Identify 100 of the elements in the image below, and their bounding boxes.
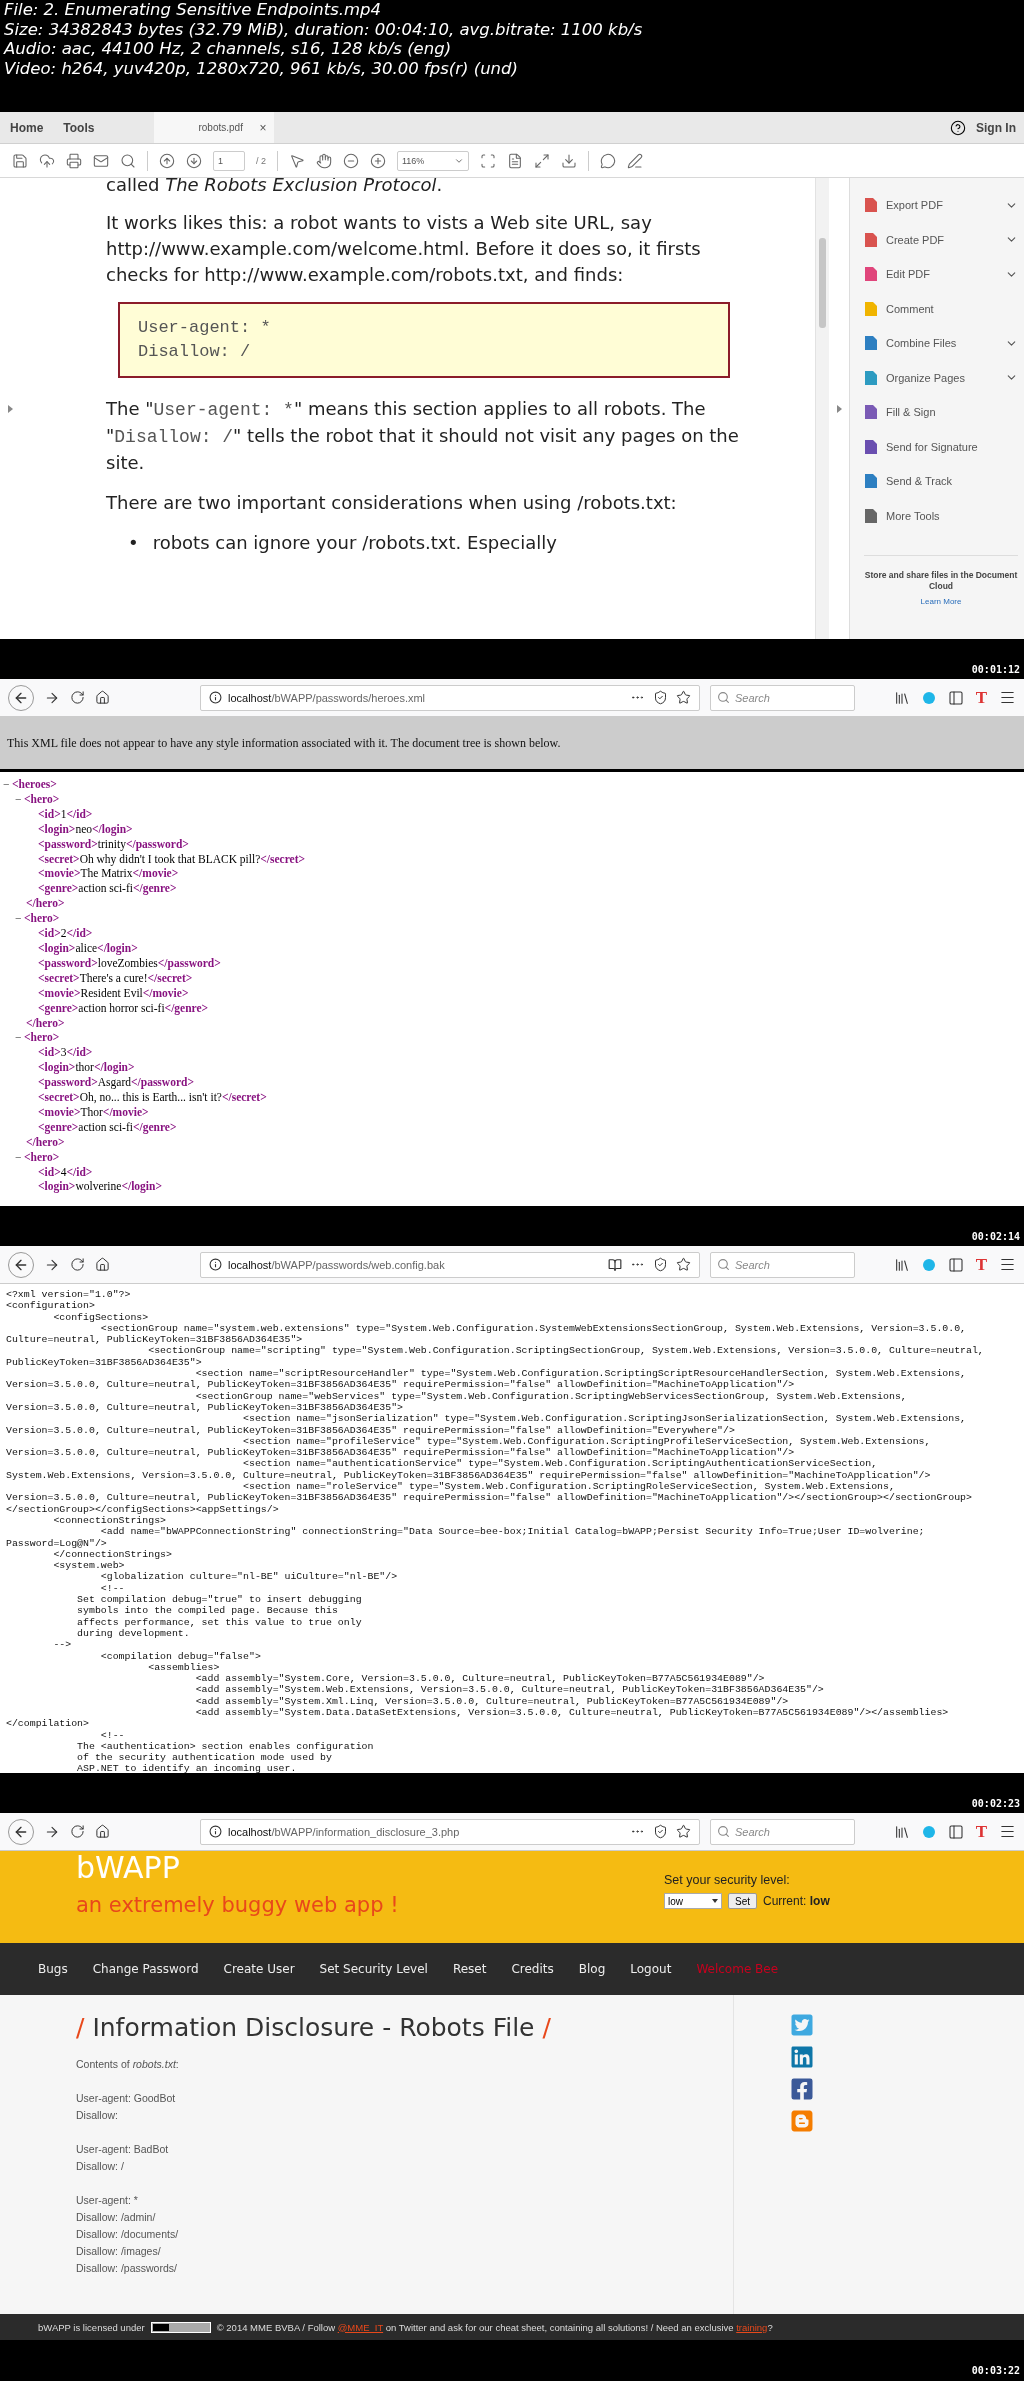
menu-icon[interactable] (999, 1256, 1016, 1273)
sidebar-icon[interactable] (947, 689, 964, 706)
pointer-icon[interactable] (289, 152, 305, 169)
search-field[interactable]: Search (710, 1818, 855, 1845)
download-icon[interactable] (561, 152, 577, 169)
nav-link[interactable]: Blog (578, 1962, 606, 1976)
code-line: <add assembly="System.Xml.Linq, Version=3.5.0.0, Culture=neutral, PublicKeyToken=B77A5C561934E089"/> (194, 1695, 790, 1707)
code-line: Version=3.5.0.0, Culture=neutral, PublicKeyToken=31BF3856AD364E35" requirePermission="false" allowDefinition="Everywhere"/> (6, 1424, 736, 1436)
document-tab[interactable]: robots.pdf × (154, 112, 275, 143)
help-icon[interactable] (950, 119, 966, 136)
nav-link[interactable]: Logout (630, 1962, 672, 1976)
code-line: </compilation> (6, 1718, 90, 1730)
nav-link[interactable]: Create User (223, 1962, 295, 1976)
sidebar-icon[interactable] (947, 1256, 964, 1273)
code-line: <compilation debug="false"> (99, 1650, 262, 1662)
address-bar[interactable]: localhost/bWAPP/passwords/web.config.bak (200, 1251, 700, 1278)
nav-link[interactable]: Bugs (38, 1962, 68, 1976)
set-button[interactable]: Set (728, 1893, 757, 1909)
footer-link[interactable]: @MME_IT (337, 2321, 384, 2333)
collapse-arrow-icon[interactable] (836, 404, 842, 413)
tool-item[interactable]: Export PDF (864, 188, 1018, 223)
shield-icon[interactable] (653, 1824, 668, 1839)
search-field[interactable]: Search (710, 684, 855, 711)
shield-icon[interactable] (653, 1257, 668, 1272)
collapse-toggle[interactable]: − (15, 791, 24, 807)
reload-icon[interactable] (70, 690, 85, 705)
nav-link[interactable]: Reset (452, 1962, 487, 1976)
print-icon[interactable] (66, 152, 82, 169)
collapse-toggle[interactable]: − (15, 1030, 24, 1046)
extension-letter[interactable]: T (975, 1821, 987, 1842)
scrollbar[interactable] (815, 178, 829, 639)
caret-icon (712, 1899, 718, 1903)
menu-tab[interactable]: Tools (53, 112, 105, 143)
reader-view-icon[interactable] (608, 1257, 622, 1272)
upload-icon[interactable] (39, 152, 55, 169)
address-bar[interactable]: localhost/bWAPP/passwords/heroes.xml (200, 684, 700, 711)
collapse-toggle[interactable]: − (3, 777, 12, 792)
nav-link[interactable]: Credits (511, 1962, 554, 1976)
security-select[interactable]: low (664, 1893, 722, 1909)
page-field[interactable]: 1 (213, 150, 245, 171)
zoom-in-icon[interactable] (370, 152, 386, 169)
zoom-out-icon[interactable] (343, 152, 359, 169)
facebook-icon[interactable] (790, 2077, 814, 2101)
info-icon[interactable] (209, 1258, 222, 1271)
library-icon[interactable] (893, 1823, 910, 1840)
tool-item[interactable]: Send for Signature (864, 429, 1018, 464)
next-page-icon[interactable] (186, 152, 202, 169)
hand-icon[interactable] (316, 152, 332, 169)
collapse-toggle[interactable]: − (15, 1149, 24, 1165)
nav-link[interactable]: Change Password (92, 1962, 199, 1976)
search-field[interactable]: Search (710, 1251, 855, 1278)
tool-item[interactable]: Create PDF (864, 222, 1018, 257)
star-icon[interactable] (676, 690, 691, 705)
learn-more-link[interactable]: Learn More (864, 597, 1018, 606)
reload-icon[interactable] (70, 1257, 85, 1272)
tool-item[interactable]: Send & Track (864, 464, 1018, 499)
menu-icon[interactable] (999, 689, 1016, 706)
previous-page-icon[interactable] (159, 152, 175, 169)
zoom-field[interactable]: 116% (397, 150, 469, 171)
sign-in-link[interactable]: Sign In (976, 120, 1016, 135)
tool-item[interactable]: More Tools (864, 498, 1018, 533)
home-icon[interactable] (95, 1257, 110, 1272)
library-icon[interactable] (893, 1256, 910, 1273)
extension-letter[interactable]: T (975, 687, 987, 708)
menu-icon[interactable] (999, 1823, 1016, 1840)
collapse-toggle[interactable]: − (15, 911, 24, 927)
nav-link[interactable]: Set Security Level (319, 1962, 428, 1976)
home-icon[interactable] (95, 1824, 110, 1839)
linkedin-icon[interactable] (790, 2045, 814, 2069)
tool-item[interactable]: Combine Files (864, 326, 1018, 361)
home-icon[interactable] (95, 690, 110, 705)
menu-tab[interactable]: Home (0, 112, 54, 143)
expand-arrow-icon[interactable] (7, 404, 13, 413)
search-icon[interactable] (120, 152, 136, 169)
tool-item[interactable]: Comment (864, 291, 1018, 326)
tool-item[interactable]: Organize Pages (864, 360, 1018, 395)
robots-line: User-agent: BadBot (76, 2142, 170, 2157)
extension-letter[interactable]: T (975, 1254, 987, 1275)
reload-icon[interactable] (70, 1824, 85, 1839)
code-line: The <authentication> section enables configuration (76, 1740, 375, 1753)
footer-link[interactable]: training (736, 2321, 768, 2333)
fullscreen-icon[interactable] (534, 152, 550, 169)
code-line: <section name="profileService" type="System.Web.Configuration.ScriptingProfileServiceSection, System.Web.Extensions, (242, 1435, 932, 1448)
document-icon[interactable] (507, 152, 523, 169)
star-icon[interactable] (676, 1824, 691, 1839)
library-icon[interactable] (893, 689, 910, 706)
pen-icon[interactable] (627, 152, 643, 169)
star-icon[interactable] (676, 1257, 691, 1272)
sidebar-icon[interactable] (947, 1823, 964, 1840)
tool-item[interactable]: Fill & Sign (864, 395, 1018, 430)
robots-line: Disallow: /passwords/ (76, 2261, 178, 2276)
info-icon[interactable] (209, 1825, 222, 1838)
comment-icon[interactable] (600, 152, 616, 169)
shield-icon[interactable] (653, 690, 668, 705)
tool-item[interactable]: Edit PDF (864, 257, 1018, 292)
address-bar[interactable]: localhost/bWAPP/information_disclosure_3.php (200, 1818, 700, 1845)
info-icon[interactable] (209, 691, 222, 704)
mail-icon[interactable] (93, 152, 109, 169)
save-icon[interactable] (12, 152, 28, 169)
license-badge-icon[interactable] (150, 2321, 211, 2333)
